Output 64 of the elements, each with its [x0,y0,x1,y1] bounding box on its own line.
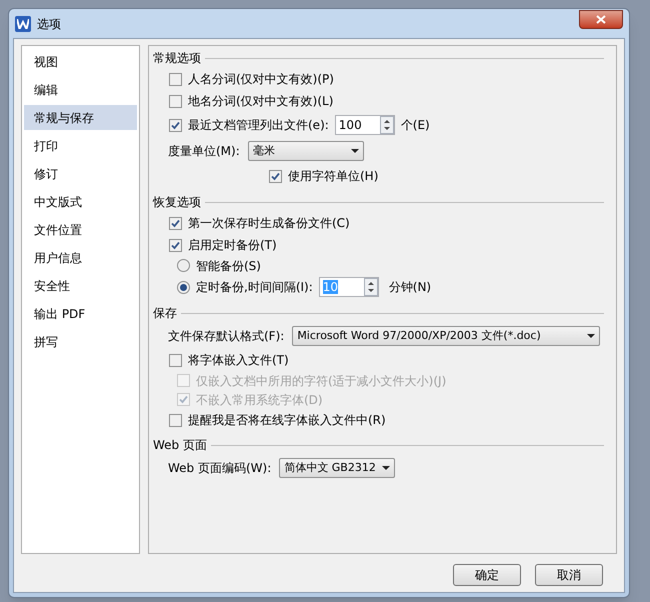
checkbox[interactable] [169,94,182,108]
radio-button[interactable] [177,280,190,294]
sidebar-item[interactable]: 修订 [24,161,137,186]
checkbox[interactable] [169,414,182,426]
option-label: 度量单位(M): [168,143,240,160]
checkbox[interactable] [169,238,182,252]
checkmark-icon [179,395,188,404]
section-title: 恢复选项 [153,194,201,211]
number-value: 10 [322,280,338,294]
sidebar-item[interactable]: 输出 PDF [24,301,137,326]
option-label: Web 页面编码(W): [168,460,272,477]
checkmark-icon [171,240,180,250]
checkbox[interactable] [169,72,182,86]
window-title: 选项 [37,16,62,32]
dropdown[interactable]: Microsoft Word 97/2000/XP/2003 文件(*.doc) [292,326,600,346]
radio-button[interactable] [177,259,190,272]
checkbox[interactable] [169,354,182,366]
option-label: 第一次保存时生成备份文件(C) [188,215,350,232]
dialog-button[interactable]: 取消 [535,564,603,586]
sidebar-item[interactable]: 视图 [24,49,137,74]
spinner-arrows-icon[interactable] [364,278,378,296]
number-field[interactable]: 100 [334,115,395,135]
checkmark-icon [171,218,180,228]
dialog-button[interactable]: 确定 [453,564,521,586]
option-label: 不嵌入常用系统字体(D) [196,392,323,408]
sidebar-item[interactable]: 编辑 [24,77,137,102]
app-logo-icon [15,16,31,32]
section-title: 常规选项 [153,50,201,67]
caret-icon [587,334,596,338]
caret-icon [382,466,390,470]
sidebar-item[interactable]: 常规与保存 [24,105,137,130]
option-label: 人名分词(仅对中文有效)(P) [188,71,334,88]
section-title: Web 页面 [153,437,207,454]
checkbox[interactable] [169,216,182,230]
checkbox[interactable] [269,170,282,182]
sidebar-item[interactable]: 中文版式 [24,189,137,214]
caret-icon [350,149,359,153]
sidebar-item[interactable]: 拼写 [24,329,137,354]
sidebar-item[interactable]: 文件位置 [24,217,137,242]
close-button[interactable] [579,10,623,29]
number-value: 100 [338,118,362,132]
option-label: 启用定时备份(T) [188,237,277,254]
spinner-arrows-icon[interactable] [380,116,394,134]
checkbox[interactable] [169,118,182,132]
option-label: 将字体嵌入文件(T) [188,352,289,369]
dropdown[interactable]: 简体中文 GB2312 [279,458,396,478]
option-label: 最近文档管理列出文件(e): [188,117,329,134]
checkmark-icon [171,120,180,130]
option-label: 智能备份(S) [196,258,261,274]
option-label: 提醒我是否将在线字体嵌入文件中(R) [188,412,386,429]
dropdown[interactable]: 毫米 [248,141,364,161]
unit-label: 个(E) [400,117,430,134]
option-label: 定时备份,时间间隔(I): [196,279,313,296]
unit-label: 分钟(N) [388,279,432,296]
section-title: 保存 [153,305,177,322]
sidebar-item[interactable]: 安全性 [24,273,137,298]
option-label: 地名分词(仅对中文有效)(L) [188,93,334,110]
close-icon [596,15,606,24]
option-label: 使用字符单位(H) [288,168,378,185]
option-label: 仅嵌入文档中所用的字符(适于减小文件大小)(J) [196,372,446,390]
sidebar-item[interactable]: 打印 [24,133,137,158]
checkmark-icon [271,172,280,180]
option-label: 文件保存默认格式(F): [168,328,284,345]
sidebar-item[interactable]: 用户信息 [24,245,137,270]
